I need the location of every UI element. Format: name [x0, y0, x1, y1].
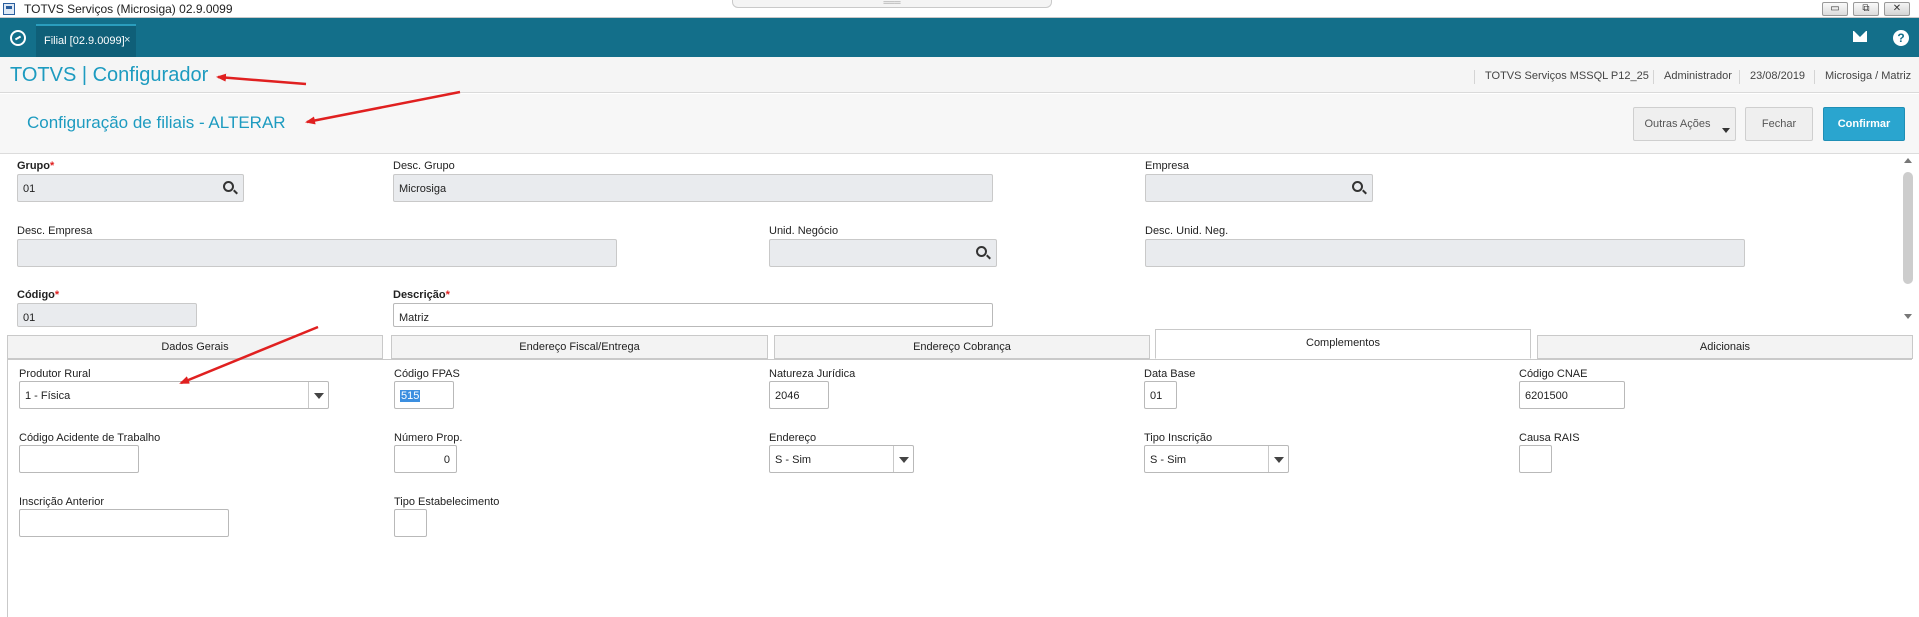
- descricao-label: Descrição*: [393, 289, 450, 301]
- empresa-field[interactable]: [1145, 174, 1373, 202]
- date-info: 23/08/2019: [1739, 70, 1805, 84]
- tipo-estabelecimento-label: Tipo Estabelecimento: [394, 496, 500, 508]
- tab-dados-gerais[interactable]: Dados Gerais: [7, 335, 383, 359]
- search-icon[interactable]: [976, 246, 987, 257]
- inscricao-anterior-label: Inscrição Anterior: [19, 496, 104, 508]
- scroll-down-icon[interactable]: [1904, 314, 1912, 319]
- codigo-fpas-label: Código FPAS: [394, 368, 460, 380]
- numero-prop-field[interactable]: 0: [394, 445, 457, 473]
- natureza-juridica-label: Natureza Jurídica: [769, 368, 856, 380]
- tab-endereco-fiscal[interactable]: Endereço Fiscal/Entrega: [391, 335, 768, 359]
- causa-rais-field[interactable]: [1519, 445, 1552, 473]
- window-title: TOTVS Serviços (Microsiga) 02.9.0099: [24, 2, 233, 16]
- desc-unid-neg-label: Desc. Unid. Neg.: [1145, 225, 1229, 237]
- codigo-cnae-field[interactable]: 6201500: [1519, 381, 1625, 409]
- endereco-value: S - Sim: [775, 454, 812, 466]
- grupo-label: Grupo*: [17, 160, 55, 172]
- tab-label: Filial [02.9.0099]: [44, 35, 125, 47]
- scroll-up-icon[interactable]: [1904, 158, 1912, 163]
- data-base-field[interactable]: 01: [1144, 381, 1177, 409]
- app-tabstrip: Filial [02.9.0099] × ?: [0, 18, 1919, 57]
- tipo-inscricao-label: Tipo Inscrição: [1144, 432, 1213, 444]
- help-icon[interactable]: ?: [1893, 30, 1909, 46]
- codigo-cnae-label: Código CNAE: [1519, 368, 1588, 380]
- scroll-thumb[interactable]: [1903, 172, 1913, 284]
- tab-divider: [7, 359, 1912, 360]
- unid-negocio-field[interactable]: [769, 239, 997, 267]
- inscricao-anterior-field[interactable]: [19, 509, 229, 537]
- unid-negocio-label: Unid. Negócio: [769, 225, 839, 237]
- app-header: TOTVS | Configurador TOTVS Serviços MSSQ…: [0, 57, 1919, 93]
- window-titlebar: TOTVS Serviços (Microsiga) 02.9.0099 ═══…: [0, 0, 1919, 18]
- tipo-inscricao-select[interactable]: S - Sim: [1144, 445, 1289, 473]
- grupo-value: 01: [23, 183, 36, 195]
- chevron-down-icon[interactable]: [1268, 446, 1288, 472]
- desc-empresa-label: Desc. Empresa: [17, 225, 93, 237]
- tab-filial[interactable]: Filial [02.9.0099] ×: [36, 24, 136, 57]
- empresa-label: Empresa: [1145, 160, 1190, 172]
- tab-adicionais[interactable]: Adicionais: [1537, 335, 1913, 359]
- descricao-field[interactable]: Matriz: [393, 303, 993, 327]
- chevron-down-icon[interactable]: [893, 446, 913, 472]
- codigo-fpas-value: 515: [400, 390, 421, 402]
- tab-complementos[interactable]: Complementos: [1155, 329, 1531, 359]
- close-window-button[interactable]: ✕: [1884, 2, 1910, 16]
- branch-info: Microsiga / Matriz: [1814, 70, 1911, 84]
- desc-grupo-field[interactable]: Microsiga: [393, 174, 993, 202]
- page-toolbar: Configuração de filiais - ALTERAR Outras…: [0, 94, 1919, 154]
- minimize-button[interactable]: ▭: [1822, 2, 1848, 16]
- grupo-field[interactable]: 01: [17, 174, 244, 202]
- endereco-label: Endereço: [769, 432, 817, 444]
- search-icon[interactable]: [223, 181, 234, 192]
- desc-unid-neg-field[interactable]: [1145, 239, 1745, 267]
- codigo-acidente-field[interactable]: [19, 445, 139, 473]
- desc-empresa-field[interactable]: [17, 239, 617, 267]
- maximize-button[interactable]: ⧉: [1853, 2, 1879, 16]
- close-button[interactable]: Fechar: [1745, 107, 1813, 141]
- form-scrollbar[interactable]: [1901, 156, 1915, 324]
- data-base-label: Data Base: [1144, 368, 1196, 380]
- codigo-fpas-field[interactable]: 515: [394, 381, 454, 409]
- mail-icon[interactable]: [1853, 31, 1867, 42]
- app-icon: [3, 3, 15, 15]
- tab-endereco-cobranca[interactable]: Endereço Cobrança: [774, 335, 1150, 359]
- brand-title: TOTVS | Configurador: [10, 64, 209, 86]
- home-icon[interactable]: [10, 30, 26, 46]
- environment-info: TOTVS Serviços MSSQL P12_25: [1474, 70, 1649, 84]
- codigo-label: Código*: [17, 289, 60, 301]
- produtor-rural-label: Produtor Rural: [19, 368, 91, 380]
- confirm-button[interactable]: Confirmar: [1823, 107, 1905, 141]
- search-icon[interactable]: [1352, 181, 1363, 192]
- natureza-juridica-field[interactable]: 2046: [769, 381, 829, 409]
- tab-close-icon[interactable]: ×: [124, 34, 130, 46]
- produtor-rural-value: 1 - Física: [25, 390, 71, 402]
- numero-prop-label: Número Prop.: [394, 432, 463, 444]
- codigo-acidente-label: Código Acidente de Trabalho: [19, 432, 161, 444]
- produtor-rural-select[interactable]: 1 - Física: [19, 381, 329, 409]
- causa-rais-label: Causa RAIS: [1519, 432, 1580, 444]
- chevron-down-icon[interactable]: [308, 382, 328, 408]
- endereco-select[interactable]: S - Sim: [769, 445, 914, 473]
- page-title: Configuração de filiais - ALTERAR: [27, 113, 286, 132]
- other-actions-button[interactable]: Outras Ações: [1633, 107, 1736, 141]
- chevron-down-icon: [1722, 128, 1730, 133]
- other-actions-label: Outras Ações: [1644, 118, 1711, 130]
- codigo-field[interactable]: 01: [17, 303, 197, 327]
- desc-grupo-label: Desc. Grupo: [393, 160, 455, 172]
- tipo-estabelecimento-field[interactable]: [394, 509, 427, 537]
- user-info: Administrador: [1653, 70, 1732, 84]
- window-grip[interactable]: ═══: [732, 0, 1052, 8]
- tipo-inscricao-value: S - Sim: [1150, 454, 1187, 466]
